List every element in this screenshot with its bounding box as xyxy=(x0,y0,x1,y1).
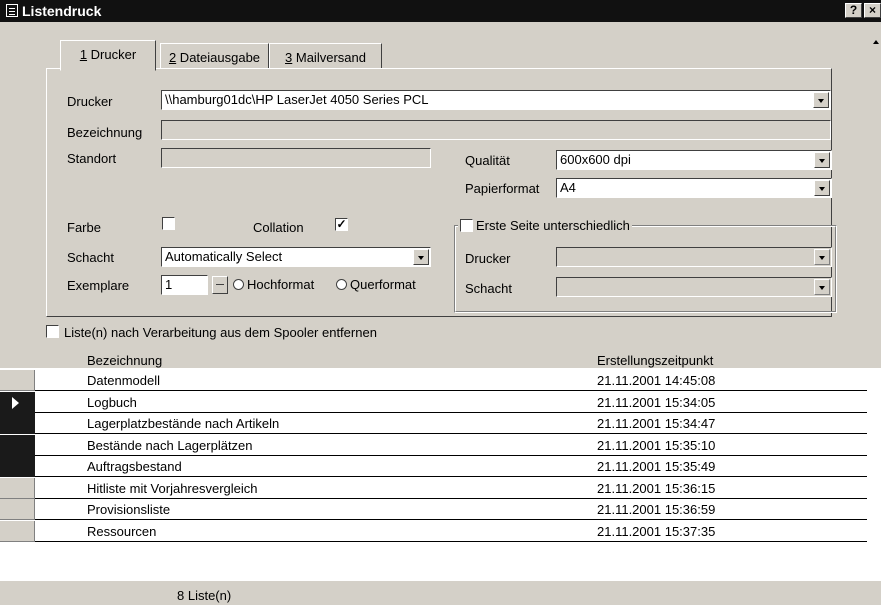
qualitaet-value: 600x600 dpi xyxy=(560,152,631,167)
row-selector[interactable] xyxy=(0,520,35,542)
scroll-up-icon xyxy=(873,40,879,44)
bezeichnung-label: Bezeichnung xyxy=(67,125,143,140)
cell-erstellungszeitpunkt: 21.11.2001 14:45:08 xyxy=(597,373,716,388)
form-icon xyxy=(6,4,18,17)
schacht-label: Schacht xyxy=(67,250,114,265)
row-selector[interactable] xyxy=(0,456,35,477)
chevron-down-icon[interactable] xyxy=(814,152,830,168)
cell-bezeichnung: Ressourcen xyxy=(87,523,157,539)
drucker-label: Drucker xyxy=(67,94,113,109)
minus-icon xyxy=(216,284,224,285)
current-row-icon xyxy=(12,396,19,409)
list-header: Bezeichnung Erstellungszeitpunkt xyxy=(0,345,881,368)
chevron-down-icon xyxy=(814,279,830,295)
schacht-select[interactable]: Automatically Select xyxy=(161,247,431,267)
qualitaet-label: Qualität xyxy=(465,153,510,168)
hochformat-label: Hochformat xyxy=(247,277,315,292)
row-selector[interactable] xyxy=(0,370,35,391)
bezeichnung-field xyxy=(161,120,831,140)
hochformat-radio[interactable] xyxy=(233,279,244,290)
table-row[interactable]: Lagerplatzbestände nach Artikeln 21.11.20… xyxy=(0,413,881,434)
column-erstellungszeitpunkt[interactable]: Erstellungszeitpunkt xyxy=(597,353,713,368)
window-title: Listendruck xyxy=(22,3,102,19)
close-button[interactable]: × xyxy=(864,3,881,18)
erste-seite-group xyxy=(454,225,837,313)
cell-bezeichnung: Bestände nach Lagerplätzen xyxy=(87,437,253,453)
cell-erstellungszeitpunkt: 21.11.2001 15:35:10 xyxy=(597,437,716,453)
exemplare-input[interactable]: 1 xyxy=(161,275,208,295)
table-row[interactable]: Bestände nach Lagerplätzen 21.11.2001 15:… xyxy=(0,434,881,456)
collation-checkbox[interactable]: ✓ xyxy=(335,218,348,231)
chevron-down-icon[interactable] xyxy=(814,180,830,196)
cell-bezeichnung: Provisionsliste xyxy=(87,502,171,517)
table-row[interactable]: Ressourcen 21.11.2001 15:37:35 xyxy=(0,520,881,542)
exemplare-spinner[interactable] xyxy=(212,276,228,294)
cell-bezeichnung: Lagerplatzbestände nach Artikeln xyxy=(87,416,280,431)
tab-dateiausgabe[interactable]: 2 Dateiausgabe xyxy=(160,43,269,69)
schacht2-select xyxy=(556,277,832,297)
table-row[interactable]: Hitliste mit Vorjahresvergleich 21.11.200… xyxy=(0,477,881,499)
papierformat-value: A4 xyxy=(560,180,576,195)
remove-spooler-checkbox[interactable] xyxy=(46,325,59,338)
drucker-select[interactable]: \\hamburg01dc\HP LaserJet 4050 Series PC… xyxy=(161,90,831,110)
papierformat-label: Papierformat xyxy=(465,181,540,196)
farbe-label: Farbe xyxy=(67,220,101,235)
collation-label: Collation xyxy=(253,220,304,235)
standort-field xyxy=(161,148,431,168)
drucker2-select xyxy=(556,247,832,267)
querformat-label: Querformat xyxy=(350,277,416,292)
cell-erstellungszeitpunkt: 21.11.2001 15:34:05 xyxy=(597,394,716,410)
erste-seite-checkbox[interactable] xyxy=(460,219,473,232)
cell-erstellungszeitpunkt: 21.11.2001 15:34:47 xyxy=(597,416,716,431)
farbe-checkbox[interactable] xyxy=(162,217,175,230)
chevron-down-icon xyxy=(814,249,830,265)
help-button[interactable]: ? xyxy=(845,3,862,18)
row-selector[interactable] xyxy=(0,499,35,520)
scrollbar[interactable] xyxy=(872,22,881,102)
cell-erstellungszeitpunkt: 21.11.2001 15:36:15 xyxy=(597,480,716,496)
erste-seite-label: Erste Seite unterschiedlich xyxy=(476,218,630,233)
cell-bezeichnung: Datenmodell xyxy=(87,373,160,388)
remove-spooler-label: Liste(n) nach Verarbeitung aus dem Spool… xyxy=(64,325,377,340)
table-row[interactable]: Auftragsbestand 21.11.2001 15:35:49 xyxy=(0,456,881,477)
cell-bezeichnung: Hitliste mit Vorjahresvergleich xyxy=(87,480,258,496)
exemplare-label: Exemplare xyxy=(67,278,130,293)
cell-erstellungszeitpunkt: 21.11.2001 15:37:35 xyxy=(597,523,716,539)
chevron-down-icon[interactable] xyxy=(413,249,429,265)
schacht-value: Automatically Select xyxy=(165,249,283,264)
drucker2-label: Drucker xyxy=(465,251,511,266)
tab-drucker[interactable]: 1 Drucker xyxy=(60,40,156,71)
querformat-radio[interactable] xyxy=(336,279,347,290)
list-empty-area xyxy=(0,545,881,581)
row-divider xyxy=(35,540,867,542)
papierformat-select[interactable]: A4 xyxy=(556,178,832,198)
cell-erstellungszeitpunkt: 21.11.2001 15:36:59 xyxy=(597,502,716,517)
table-row[interactable]: Logbuch 21.11.2001 15:34:05 xyxy=(0,391,881,413)
footer-bar: 8 Liste(n) xyxy=(0,581,881,605)
row-selector[interactable] xyxy=(0,413,35,434)
list-count: 8 Liste(n) xyxy=(177,588,232,603)
tab-mailversand[interactable]: 3 Mailversand xyxy=(269,43,382,69)
drucker-value: \\hamburg01dc\HP LaserJet 4050 Series PC… xyxy=(165,92,429,107)
row-selector[interactable] xyxy=(0,434,35,456)
standort-label: Standort xyxy=(67,151,117,166)
cell-bezeichnung: Logbuch xyxy=(87,394,137,410)
row-selector[interactable] xyxy=(0,477,35,499)
erste-seite-legend: Erste Seite unterschiedlich xyxy=(458,218,632,233)
chevron-down-icon[interactable] xyxy=(813,92,829,108)
cell-bezeichnung: Auftragsbestand xyxy=(87,459,182,474)
schacht2-label: Schacht xyxy=(465,281,512,296)
cell-erstellungszeitpunkt: 21.11.2001 15:35:49 xyxy=(597,459,716,474)
title-bar: Listendruck ? × xyxy=(0,0,881,22)
qualitaet-select[interactable]: 600x600 dpi xyxy=(556,150,832,170)
table-row[interactable]: Datenmodell 21.11.2001 14:45:08 xyxy=(0,370,881,391)
column-bezeichnung[interactable]: Bezeichnung xyxy=(87,353,162,368)
row-selector[interactable] xyxy=(0,391,35,413)
table-row[interactable]: Provisionsliste 21.11.2001 15:36:59 xyxy=(0,499,881,520)
